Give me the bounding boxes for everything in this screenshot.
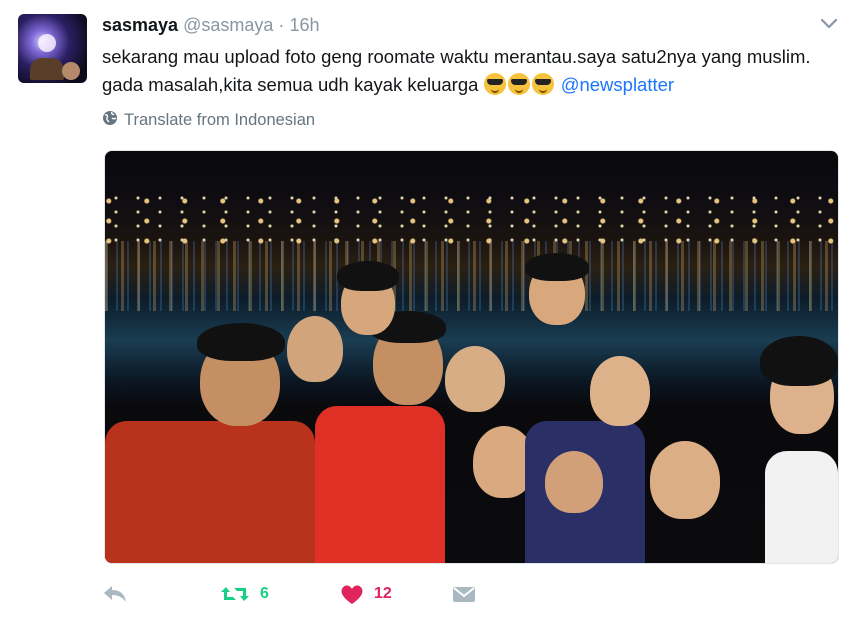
reply-icon	[102, 583, 128, 605]
photo-person-face	[650, 441, 720, 519]
photo-water-reflection	[105, 241, 838, 311]
avatar[interactable]	[18, 14, 87, 83]
sunglasses-emoji-icon	[483, 73, 506, 95]
photo-person-body	[765, 451, 838, 563]
chevron-down-icon[interactable]	[820, 16, 838, 29]
photo-person-body	[105, 421, 315, 563]
timestamp[interactable]: 16h	[289, 15, 319, 35]
translate-label: Translate from Indonesian	[124, 111, 316, 129]
retweet-icon	[220, 583, 250, 605]
avatar-highlight	[38, 34, 56, 52]
translate-link[interactable]: Translate from Indonesian	[102, 110, 315, 131]
photo-person-face	[545, 451, 603, 513]
sunglasses-emoji-icon	[507, 73, 530, 95]
dm-button[interactable]	[452, 580, 476, 608]
tweet-text-body: sekarang mau upload foto geng roomate wa…	[102, 46, 811, 95]
user-handle[interactable]: @sasmaya	[183, 15, 273, 35]
envelope-icon	[452, 584, 476, 604]
tweet-photo[interactable]	[104, 150, 839, 564]
photo-person-hair	[197, 323, 285, 361]
globe-icon	[102, 110, 118, 131]
tweet-text: sekarang mau upload foto geng roomate wa…	[102, 43, 832, 99]
photo-person-body	[315, 406, 445, 563]
display-name[interactable]: sasmaya	[102, 15, 178, 35]
tweet-header: sasmaya @sasmaya · 16h	[102, 15, 319, 39]
photo-person-face	[445, 346, 505, 412]
separator-dot: ·	[278, 15, 285, 35]
tweet-actions: 6 12	[102, 580, 842, 610]
photo-person-hair	[760, 336, 838, 386]
sunglasses-emoji-icon	[531, 73, 554, 95]
reply-button[interactable]	[102, 580, 128, 608]
mention-link[interactable]: @newsplatter	[561, 74, 674, 95]
avatar-shape	[62, 62, 80, 80]
photo-person-face	[590, 356, 650, 426]
retweet-count: 6	[260, 585, 269, 602]
like-button[interactable]: 12	[340, 580, 392, 608]
retweet-button[interactable]: 6	[220, 580, 269, 608]
avatar-shape	[30, 58, 64, 80]
photo-person-hair	[337, 261, 399, 291]
heart-icon	[340, 583, 364, 605]
tweet-card[interactable]: sasmaya @sasmaya · 16h sekarang mau uplo…	[0, 0, 855, 624]
photo-person-face	[287, 316, 343, 382]
photo-person-hair	[525, 253, 589, 281]
like-count: 12	[374, 585, 392, 602]
